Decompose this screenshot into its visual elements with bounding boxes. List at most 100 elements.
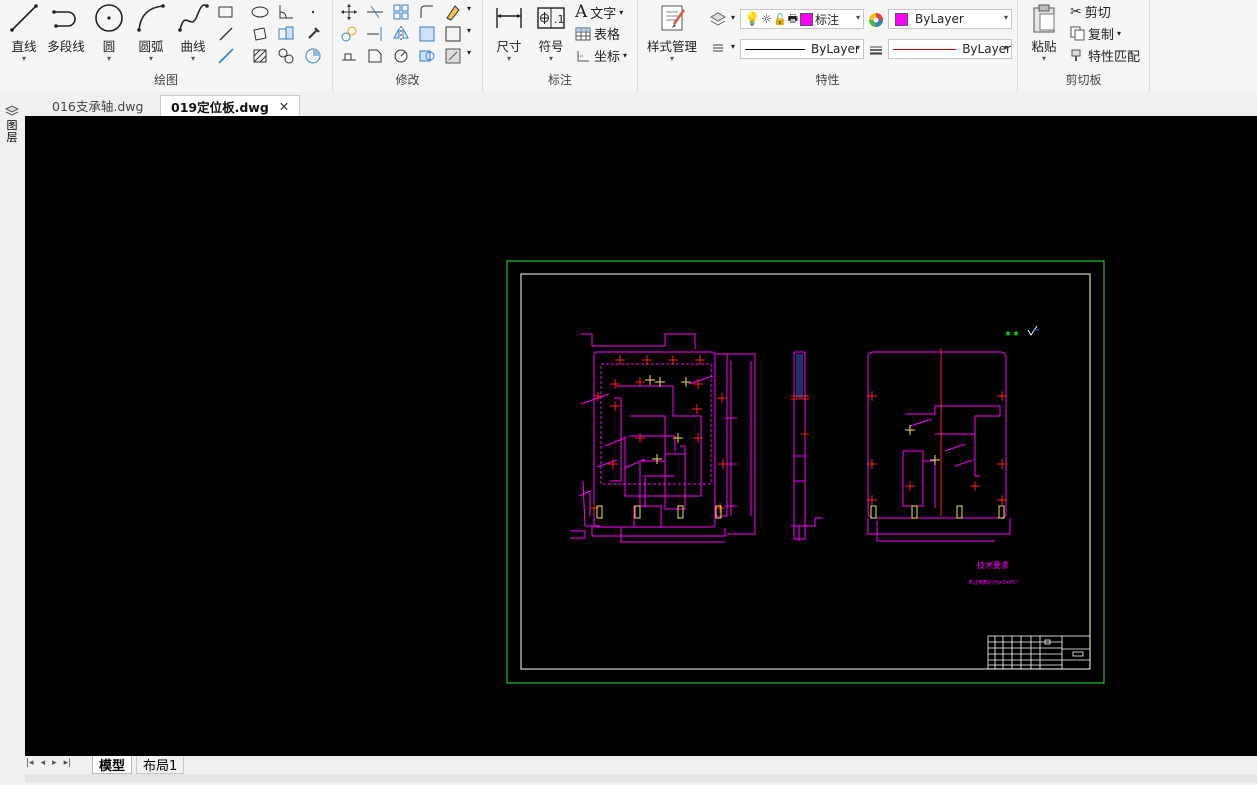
cut-button[interactable]: ✂ 剪切	[1070, 2, 1111, 22]
line-button[interactable]: 直线 ▾	[2, 2, 46, 68]
region-icon[interactable]	[250, 24, 270, 44]
tab-label: 模型	[99, 759, 126, 774]
chevron-down-icon[interactable]: ▾	[171, 55, 215, 63]
tab-019-locating-plate[interactable]: 019定位板.dwg ✕	[160, 95, 301, 116]
rectangle-icon[interactable]	[216, 2, 236, 22]
move-icon[interactable]	[339, 2, 359, 22]
chevron-down-icon[interactable]: ▾	[731, 13, 735, 22]
offset-icon[interactable]	[365, 46, 385, 66]
layer-select[interactable]: 💡 ☼ 🔓 🖶 标注 ▾	[740, 9, 864, 29]
table-icon	[575, 27, 591, 40]
revision-cloud-icon[interactable]	[303, 46, 323, 66]
angle-icon[interactable]	[276, 2, 296, 22]
construction-line-icon[interactable]	[216, 24, 236, 44]
text-button[interactable]: A 文字 ▾	[575, 2, 623, 22]
drawing-canvas[interactable]: ✱ ✱ 技术要求 未注倒角均为0.5x45°	[25, 116, 1257, 756]
dimension-button[interactable]: 尺寸 ▾	[487, 2, 531, 68]
chevron-down-icon: ▾	[855, 43, 860, 52]
scale-icon[interactable]	[417, 24, 437, 44]
pin-icon[interactable]	[303, 24, 323, 44]
trim-icon[interactable]	[365, 2, 385, 22]
chevron-down-icon[interactable]: ▾	[529, 55, 573, 63]
polyline-button[interactable]: 多段线	[44, 2, 88, 68]
properties-edit-icon[interactable]	[443, 46, 463, 66]
chevron-down-icon[interactable]: ▾	[87, 55, 131, 63]
technical-notes-title: 技术要求	[977, 560, 1009, 570]
hatch-icon[interactable]	[250, 46, 270, 66]
mirror-icon[interactable]	[391, 24, 411, 44]
explode-icon[interactable]	[443, 24, 463, 44]
sun-icon: ☼	[761, 12, 772, 26]
svg-text:✱ ✱: ✱ ✱	[1005, 330, 1019, 338]
point-icon[interactable]	[303, 2, 323, 22]
lineweight-icon[interactable]	[866, 40, 886, 60]
side-view	[791, 351, 823, 541]
linetype-select[interactable]: ByLayer ▾	[740, 39, 864, 59]
copy-button[interactable]: 复制 ▾	[1070, 24, 1121, 43]
list-icon[interactable]	[708, 38, 728, 58]
group-icon[interactable]	[417, 46, 437, 66]
layer-manager-icon[interactable]	[708, 9, 728, 29]
right-view	[867, 351, 1011, 542]
tab-layout1[interactable]: 布局1	[136, 756, 185, 774]
chevron-down-icon[interactable]: ▾	[467, 4, 471, 13]
paste-label: 粘贴	[1031, 39, 1057, 54]
right-view-center-marks	[867, 391, 1007, 505]
arc-button[interactable]: 圆弧 ▾	[129, 2, 173, 68]
text-label: 文字	[590, 6, 617, 22]
prev-layout-icon[interactable]: ◂	[41, 758, 46, 768]
copy-object-icon[interactable]	[339, 24, 359, 44]
array-icon[interactable]	[391, 2, 411, 22]
layout-nav: |◂ ◂ ▸ ▸|	[26, 758, 71, 768]
chevron-down-icon[interactable]: ▾	[1022, 55, 1066, 63]
last-layout-icon[interactable]: ▸|	[64, 758, 72, 768]
symbol-button[interactable]: .1 符号 ▾	[529, 2, 573, 68]
tab-label: 016支承轴.dwg	[52, 99, 144, 114]
table-label: 表格	[594, 28, 621, 43]
wipeout-icon[interactable]	[276, 24, 296, 44]
chevron-down-icon[interactable]: ▾	[731, 42, 735, 51]
erase-icon[interactable]	[443, 2, 463, 22]
first-layout-icon[interactable]: |◂	[26, 758, 34, 768]
chevron-down-icon[interactable]: ▾	[644, 55, 700, 63]
bottom-bar: |◂ ◂ ▸ ▸| 模型 布局1	[0, 756, 1257, 785]
copy-label: 复制	[1088, 28, 1115, 43]
roughness-symbol: ✱ ✱	[1005, 325, 1039, 338]
lineweight-select[interactable]: ByLayer ▾	[888, 39, 1012, 59]
rotate-icon[interactable]	[391, 46, 411, 66]
circle-button[interactable]: 圆 ▾	[87, 2, 131, 68]
table-button[interactable]: 表格	[575, 24, 620, 43]
lineweight-preview	[893, 48, 957, 50]
close-icon[interactable]: ✕	[279, 99, 289, 114]
chevron-down-icon[interactable]: ▾	[487, 55, 531, 63]
match-properties-button[interactable]: 特性匹配	[1070, 46, 1140, 65]
drawing-viewport[interactable]: ✱ ✱ 技术要求 未注倒角均为0.5x45°	[25, 116, 1257, 756]
chevron-down-icon[interactable]: ▾	[2, 55, 46, 63]
color-select[interactable]: ByLayer ▾	[888, 9, 1012, 29]
printer-icon: 🖶	[787, 11, 799, 25]
spline-icon	[178, 4, 209, 32]
extend-icon[interactable]	[365, 24, 385, 44]
layer-panel-toggle[interactable]: 图层	[4, 101, 20, 144]
chevron-down-icon[interactable]: ▾	[467, 48, 471, 57]
coordinate-button[interactable]: 坐标 ▾	[575, 46, 627, 65]
chevron-down-icon[interactable]: ▾	[467, 26, 471, 35]
tab-016-support-shaft[interactable]: 016支承轴.dwg	[42, 95, 153, 116]
clipboard-group: 粘贴 ▾ ✂ 剪切 复制 ▾ 特性匹配 剪切板	[1018, 0, 1150, 92]
fillet-icon[interactable]	[417, 2, 437, 22]
curve-button[interactable]: 曲线 ▾	[171, 2, 215, 68]
boundary-icon[interactable]	[276, 46, 296, 66]
color-wheel-icon[interactable]	[866, 10, 886, 30]
ellipse-icon[interactable]	[250, 2, 270, 22]
paste-button[interactable]: 粘贴 ▾	[1022, 2, 1066, 68]
tab-model[interactable]: 模型	[92, 756, 133, 774]
cut-label: 剪切	[1084, 6, 1111, 21]
chevron-down-icon[interactable]: ▾	[129, 55, 173, 63]
arc-icon	[137, 4, 165, 32]
stretch-icon[interactable]	[339, 46, 359, 66]
style-manager-button[interactable]: 样式管理 ▾	[644, 2, 700, 68]
next-layout-icon[interactable]: ▸	[52, 758, 57, 768]
xline-icon[interactable]	[216, 46, 236, 66]
horizontal-scrollbar[interactable]	[25, 774, 1257, 782]
ribbon: 直线 ▾ 多段线 圆 ▾ 圆弧 ▾ 曲线 ▾ 绘图 ▾ ▾ ▾ 修改 尺寸 ▾ …	[0, 0, 1257, 93]
